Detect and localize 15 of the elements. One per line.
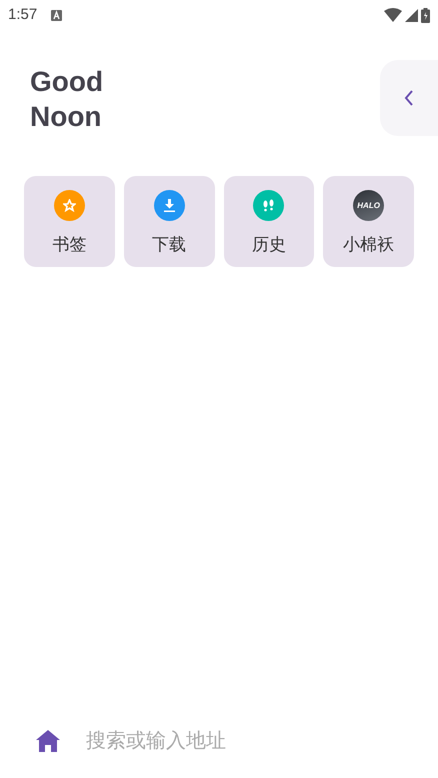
greeting-text: Good: [30, 65, 104, 99]
greeting-text: Noon: [30, 100, 103, 134]
wifi-icon: [384, 8, 402, 22]
shortcut-tile[interactable]: 书签: [24, 176, 115, 267]
address-field[interactable]: 搜索或输入地址: [86, 726, 386, 756]
keyboard-icon: [51, 10, 62, 20]
back-icon: [404, 90, 414, 106]
signal-icon: [405, 8, 418, 22]
shortcut-tile[interactable]: HALO 小棉袄: [323, 176, 414, 267]
home-icon[interactable]: [36, 730, 60, 752]
battery-icon: [421, 8, 430, 22]
shortcut-tile[interactable]: 下载: [124, 176, 214, 267]
shortcut-tile[interactable]: 历史: [224, 176, 314, 267]
logo-icon: HALO: [353, 190, 384, 221]
status-time: 1:57: [8, 4, 38, 25]
